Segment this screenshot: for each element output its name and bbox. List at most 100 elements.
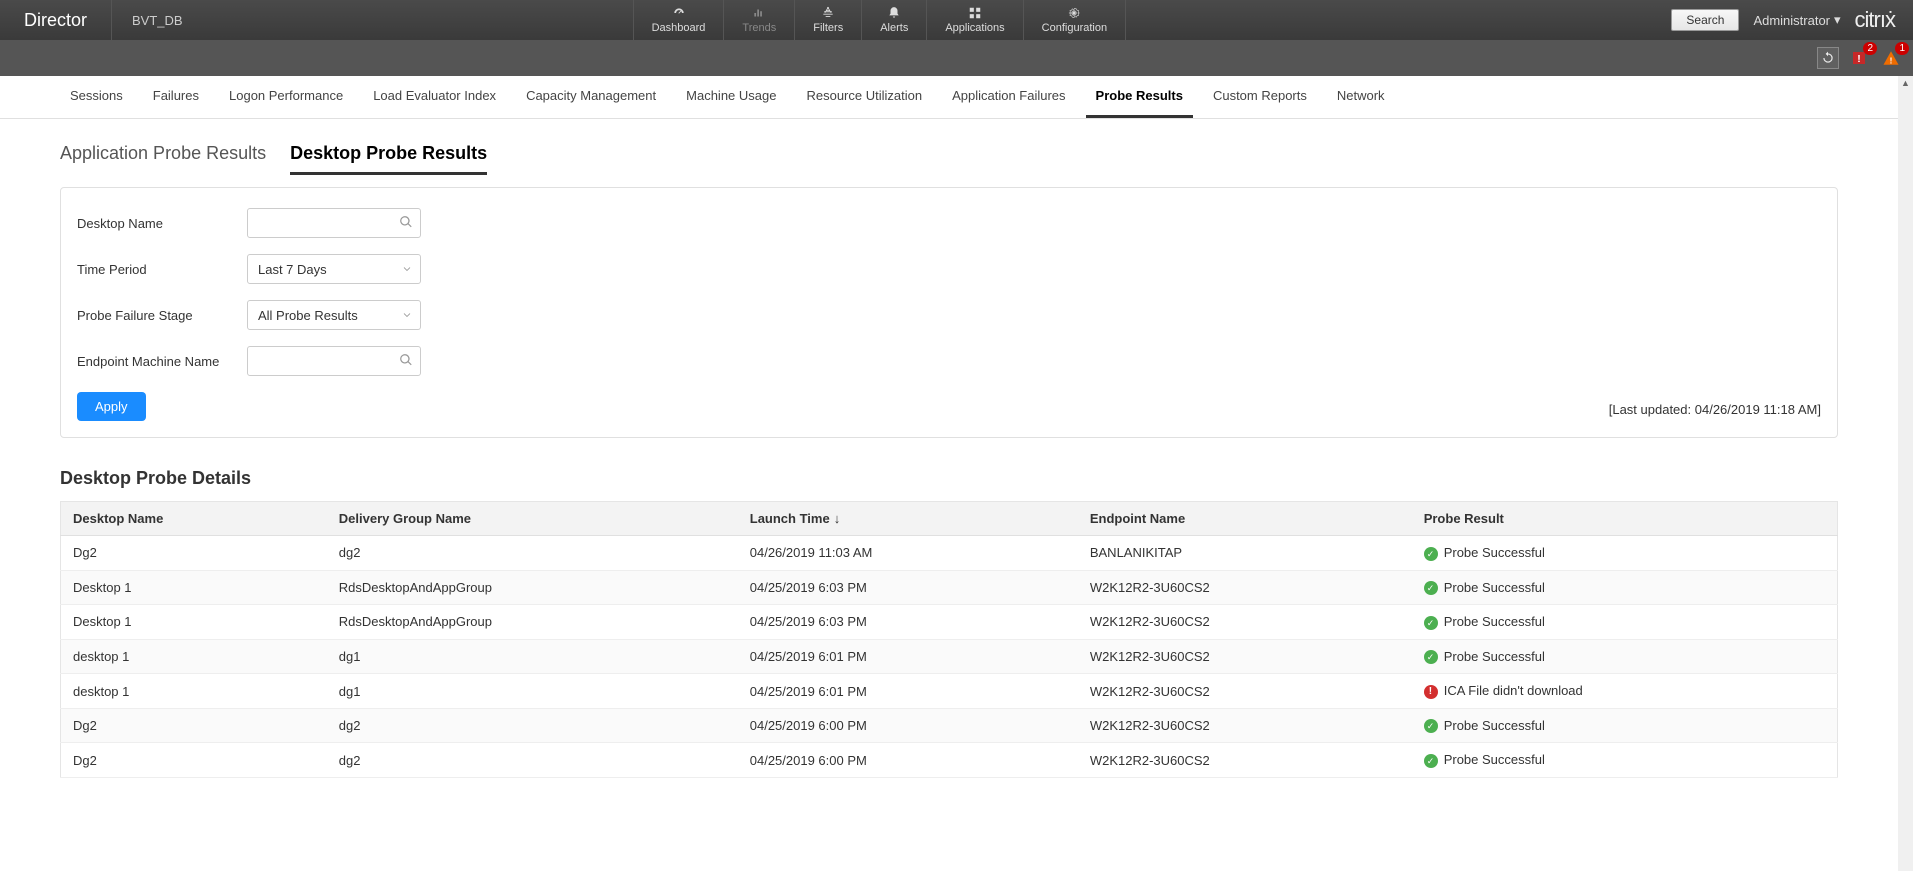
table-row[interactable]: Dg2dg204/25/2019 6:00 PMW2K12R2-3U60CS2P… xyxy=(61,743,1838,778)
cell-endpoint: W2K12R2-3U60CS2 xyxy=(1078,743,1412,778)
check-circle-icon xyxy=(1424,581,1438,595)
col-desktop-name[interactable]: Desktop Name xyxy=(61,502,327,536)
cell-desktop: Dg2 xyxy=(61,708,327,743)
chevron-down-icon xyxy=(401,263,413,278)
top-header: Director BVT_DB Dashboard Trends Filters… xyxy=(0,0,1913,40)
nav-trends[interactable]: Trends xyxy=(723,0,794,40)
subtab-application-probe-results[interactable]: Application Probe Results xyxy=(60,143,266,175)
refresh-icon xyxy=(1821,51,1835,65)
cell-result: Probe Successful xyxy=(1412,570,1838,605)
tab-custom-reports[interactable]: Custom Reports xyxy=(1203,76,1317,118)
critical-count: 2 xyxy=(1863,42,1877,55)
cell-time: 04/26/2019 11:03 AM xyxy=(738,536,1078,571)
filter-panel: Desktop Name Time Period Last 7 Days Pro… xyxy=(60,187,1838,438)
apply-button[interactable]: Apply xyxy=(77,392,146,421)
cell-endpoint: W2K12R2-3U60CS2 xyxy=(1078,674,1412,709)
error-circle-icon xyxy=(1424,685,1438,699)
result-text: Probe Successful xyxy=(1444,649,1545,664)
time-period-select[interactable]: Last 7 Days xyxy=(247,254,421,284)
check-circle-icon xyxy=(1424,719,1438,733)
endpoint-label: Endpoint Machine Name xyxy=(77,354,247,369)
table-row[interactable]: Dg2dg204/25/2019 6:00 PMW2K12R2-3U60CS2P… xyxy=(61,708,1838,743)
chevron-down-icon xyxy=(401,309,413,324)
sort-desc-icon: ↓ xyxy=(834,511,841,526)
cell-endpoint: BANLANIKITAP xyxy=(1078,536,1412,571)
trends-icon xyxy=(751,6,767,20)
col-probe-result[interactable]: Probe Result xyxy=(1412,502,1838,536)
search-button[interactable]: Search xyxy=(1671,9,1739,31)
tab-application-failures[interactable]: Application Failures xyxy=(942,76,1075,118)
endpoint-input[interactable] xyxy=(247,346,421,376)
table-row[interactable]: desktop 1dg104/25/2019 6:01 PMW2K12R2-3U… xyxy=(61,674,1838,709)
check-circle-icon xyxy=(1424,547,1438,561)
tab-network[interactable]: Network xyxy=(1327,76,1395,118)
probe-details-table: Desktop NameDelivery Group NameLaunch Ti… xyxy=(60,501,1838,778)
nav-alerts[interactable]: Alerts xyxy=(861,0,926,40)
cell-endpoint: W2K12R2-3U60CS2 xyxy=(1078,639,1412,674)
table-row[interactable]: Dg2dg204/26/2019 11:03 AMBANLANIKITAPPro… xyxy=(61,536,1838,571)
svg-text:!: ! xyxy=(1857,53,1861,65)
tab-load-evaluator-index[interactable]: Load Evaluator Index xyxy=(363,76,506,118)
refresh-button[interactable] xyxy=(1817,47,1839,69)
bell-icon xyxy=(886,6,902,20)
cell-group: dg2 xyxy=(327,536,738,571)
tab-sessions[interactable]: Sessions xyxy=(60,76,133,118)
admin-dropdown[interactable]: Administrator ▾ xyxy=(1753,12,1840,28)
cell-time: 04/25/2019 6:00 PM xyxy=(738,708,1078,743)
tab-capacity-management[interactable]: Capacity Management xyxy=(516,76,666,118)
cell-group: dg1 xyxy=(327,639,738,674)
nav-applications[interactable]: Applications xyxy=(926,0,1022,40)
nav-configuration[interactable]: Configuration xyxy=(1023,0,1126,40)
tab-probe-results[interactable]: Probe Results xyxy=(1086,76,1193,118)
cell-endpoint: W2K12R2-3U60CS2 xyxy=(1078,570,1412,605)
citrix-brand: citrıẋ xyxy=(1855,7,1895,33)
result-text: Probe Successful xyxy=(1444,752,1545,767)
cell-time: 04/25/2019 6:01 PM xyxy=(738,674,1078,709)
cell-result: Probe Successful xyxy=(1412,639,1838,674)
last-updated-text: [Last updated: 04/26/2019 11:18 AM] xyxy=(1609,402,1821,417)
main-content: SessionsFailuresLogon PerformanceLoad Ev… xyxy=(0,76,1898,871)
dashboard-icon xyxy=(671,6,687,20)
cell-desktop: Dg2 xyxy=(61,536,327,571)
table-row[interactable]: Desktop 1RdsDesktopAndAppGroup04/25/2019… xyxy=(61,605,1838,640)
cell-endpoint: W2K12R2-3U60CS2 xyxy=(1078,708,1412,743)
filters-icon xyxy=(820,6,836,20)
cell-desktop: Dg2 xyxy=(61,743,327,778)
table-row[interactable]: desktop 1dg104/25/2019 6:01 PMW2K12R2-3U… xyxy=(61,639,1838,674)
critical-alerts-badge[interactable]: ! 2 xyxy=(1847,46,1871,70)
check-circle-icon xyxy=(1424,650,1438,664)
apps-icon xyxy=(967,6,983,20)
tab-failures[interactable]: Failures xyxy=(143,76,209,118)
admin-label: Administrator xyxy=(1753,13,1830,28)
site-name: BVT_DB xyxy=(112,13,203,28)
cell-desktop: desktop 1 xyxy=(61,674,327,709)
cell-group: dg1 xyxy=(327,674,738,709)
result-text: ICA File didn't download xyxy=(1444,683,1583,698)
check-circle-icon xyxy=(1424,754,1438,768)
check-circle-icon xyxy=(1424,616,1438,630)
desktop-name-input[interactable] xyxy=(247,208,421,238)
warning-alerts-badge[interactable]: ! 1 xyxy=(1879,46,1903,70)
col-delivery-group-name[interactable]: Delivery Group Name xyxy=(327,502,738,536)
subtab-desktop-probe-results[interactable]: Desktop Probe Results xyxy=(290,143,487,175)
nav-filters[interactable]: Filters xyxy=(794,0,861,40)
result-text: Probe Successful xyxy=(1444,718,1545,733)
failure-stage-select[interactable]: All Probe Results xyxy=(247,300,421,330)
top-nav: Dashboard Trends Filters Alerts Applicat… xyxy=(633,0,1127,40)
tab-resource-utilization[interactable]: Resource Utilization xyxy=(796,76,932,118)
result-text: Probe Successful xyxy=(1444,614,1545,629)
cell-endpoint: W2K12R2-3U60CS2 xyxy=(1078,605,1412,640)
result-text: Probe Successful xyxy=(1444,580,1545,595)
nav-dashboard[interactable]: Dashboard xyxy=(633,0,724,40)
col-launch-time[interactable]: Launch Time↓ xyxy=(738,502,1078,536)
cell-result: Probe Successful xyxy=(1412,743,1838,778)
page-scrollbar[interactable] xyxy=(1898,76,1913,871)
col-endpoint-name[interactable]: Endpoint Name xyxy=(1078,502,1412,536)
tab-logon-performance[interactable]: Logon Performance xyxy=(219,76,353,118)
cell-time: 04/25/2019 6:03 PM xyxy=(738,570,1078,605)
table-row[interactable]: Desktop 1RdsDesktopAndAppGroup04/25/2019… xyxy=(61,570,1838,605)
time-period-label: Time Period xyxy=(77,262,247,277)
warning-count: 1 xyxy=(1895,42,1909,55)
tab-machine-usage[interactable]: Machine Usage xyxy=(676,76,786,118)
tabs-row: SessionsFailuresLogon PerformanceLoad Ev… xyxy=(0,76,1898,119)
